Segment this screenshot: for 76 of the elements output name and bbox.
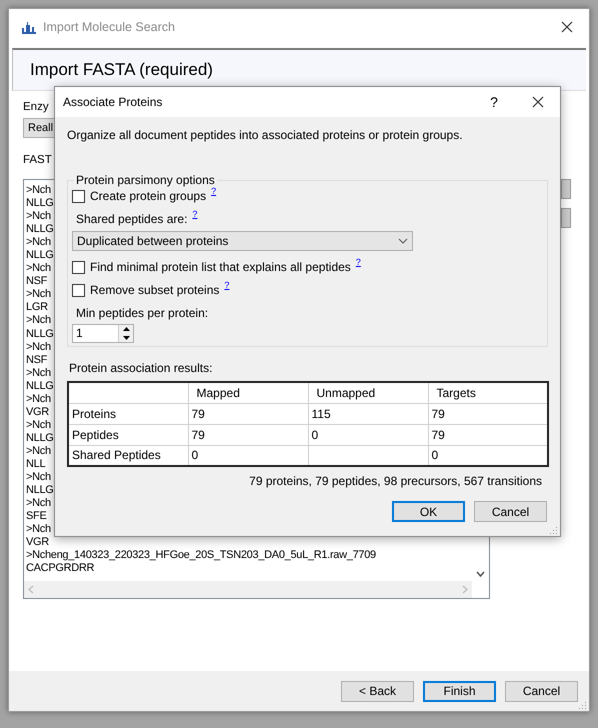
fasta-line: NLLG [26, 197, 54, 210]
checkbox-label: Create protein groups [90, 189, 206, 203]
fasta-line: >Nch [26, 418, 51, 432]
row-header: Proteins [68, 403, 188, 424]
checkbox[interactable] [72, 284, 85, 296]
fasta-line: >Nch [26, 497, 51, 510]
fasta-line: >Nch [26, 340, 51, 354]
fasta-line: CACPGRDRR [26, 562, 94, 576]
fasta-line: LGR [26, 301, 48, 314]
dialog-title: Associate Proteins [63, 95, 164, 109]
fasta-line: SFE [26, 510, 46, 524]
fasta-line: NLLG [26, 328, 54, 341]
resize-grip-icon[interactable] [579, 701, 587, 709]
fasta-line: VGR [26, 406, 49, 419]
field-label: Min peptides per protein: [76, 306, 208, 320]
fasta-line: NSF [26, 354, 48, 367]
column-header: Unmapped [308, 382, 428, 403]
fasta-line: >Nch [26, 523, 51, 536]
summary-text: 79 proteins, 79 peptides, 98 precursors, 567 transitions [249, 474, 542, 488]
wizard-button[interactable]: < Back [341, 680, 414, 702]
close-icon [561, 21, 573, 33]
fasta-line: >Nch [26, 444, 51, 458]
resize-grip-icon[interactable] [550, 526, 558, 534]
close-icon [532, 96, 544, 108]
wizard-button[interactable]: Cancel [505, 680, 578, 702]
fasta-line: >Nch [26, 392, 51, 406]
fasta-line: NLLG [26, 249, 54, 262]
fasta-line: NLLG [26, 223, 54, 236]
table-cell: 79 [188, 403, 308, 424]
group-title: Protein parsimony options [75, 173, 216, 187]
checkbox-label: Find minimal protein list that explains all peptides [90, 260, 351, 274]
fasta-line: NLL [26, 458, 46, 472]
window-title: Import Molecule Search [43, 20, 176, 34]
fasta-line: >Nch [26, 314, 51, 328]
dialog-button[interactable]: Cancel [474, 501, 547, 522]
wizard-button[interactable]: Finish [423, 680, 496, 702]
fasta-line: NLLG [26, 484, 54, 498]
fasta-line: VGR [26, 536, 49, 550]
column-header: Mapped [188, 382, 308, 403]
table-cell: 115 [308, 403, 428, 424]
fasta-line: >Ncheng_140323_220323_HFGoe_20S_TSN203_DA0_5uL_R1.raw_7709 [26, 549, 376, 562]
down-arrow-icon [122, 336, 130, 340]
help-button[interactable]: ? [484, 94, 504, 110]
checkbox-label: Remove subset proteins [90, 283, 220, 297]
fasta-line: >Nch [26, 210, 51, 224]
fasta-line: >Nch [26, 236, 51, 250]
row-header: Peptides [68, 424, 188, 445]
field-label: Shared peptides are: [76, 212, 188, 226]
chevron-down-icon[interactable] [476, 571, 485, 577]
page-title: Import FASTA (required) [30, 60, 213, 80]
fasta-line: >Nch [26, 288, 51, 302]
chevron-down-icon [398, 238, 408, 244]
field-label: FAST [23, 153, 52, 167]
results-label: Protein association results: [69, 361, 214, 375]
table-cell: 79 [188, 424, 308, 445]
help-link[interactable]: ? [192, 209, 198, 219]
fasta-line: >Nch [26, 366, 51, 380]
fasta-line: >Nch [26, 262, 51, 276]
number-spinner[interactable]: 1 [72, 324, 134, 343]
help-link[interactable]: ? [224, 280, 230, 290]
help-link[interactable]: ? [356, 257, 361, 267]
checkbox[interactable] [72, 260, 85, 274]
description: Organize all document peptides into associated proteins or protein groups. [67, 128, 464, 142]
dropdown[interactable]: Duplicated between proteins [72, 231, 413, 251]
help-link[interactable]: ? [211, 186, 216, 196]
fasta-line: NSF [26, 275, 48, 288]
up-arrow-icon [122, 327, 130, 332]
table-cell: 0 [308, 424, 428, 445]
fasta-line: NLLG [26, 380, 54, 393]
fasta-line: >Nch [26, 184, 51, 198]
dialog-button[interactable]: OK [392, 501, 465, 522]
fasta-line: NLLG [26, 432, 54, 445]
app-logo-icon [21, 19, 37, 35]
field-label: Enzy [23, 100, 49, 114]
checkbox[interactable] [72, 190, 85, 202]
fasta-line: >Nch [26, 471, 51, 484]
